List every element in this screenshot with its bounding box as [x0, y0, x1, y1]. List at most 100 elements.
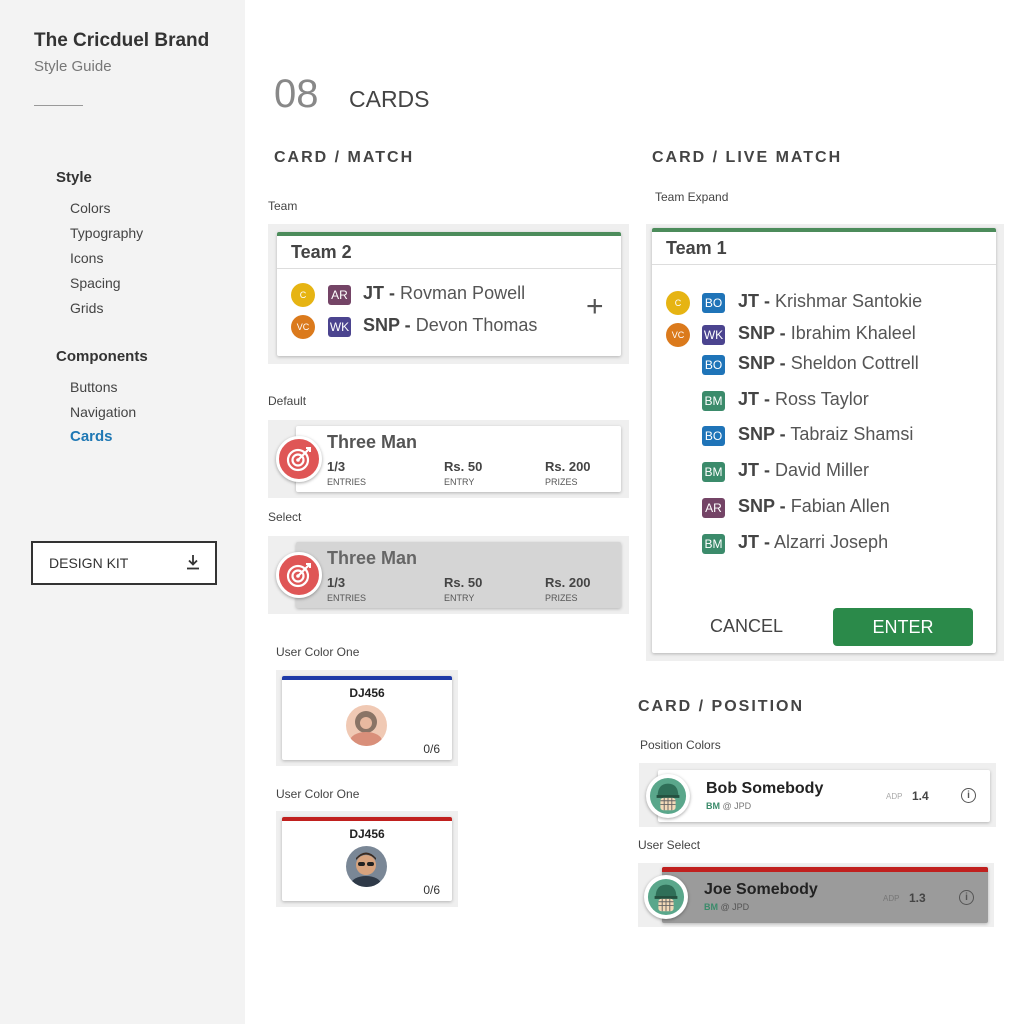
player-line: SNP - Devon Thomas — [363, 315, 537, 336]
caption-team: Team — [268, 199, 298, 213]
position-card[interactable]: Bob Somebody BM @ JPD ADP 1.4 i — [658, 770, 990, 822]
user-card-blue[interactable]: DJ456 0/6 — [282, 676, 452, 760]
role-badge: BM — [702, 462, 725, 482]
vice-captain-icon: VC — [291, 315, 315, 339]
brand-divider — [34, 105, 83, 106]
cancel-button[interactable]: CANCEL — [710, 616, 783, 637]
user-handle: DJ456 — [349, 686, 385, 700]
prizes-value: Rs. 200 — [545, 459, 591, 474]
entry-fee-value: Rs. 50 — [444, 459, 483, 474]
prizes-label: PRIZES — [545, 477, 578, 487]
player-team-prefix: JT - — [363, 283, 396, 303]
player-name: Alzarri Joseph — [774, 532, 889, 552]
user-color-bar — [282, 817, 452, 821]
caption-user-select: User Select — [638, 838, 701, 852]
team-card[interactable]: Team 2 C AR JT - Rovman Powell VC WK SNP… — [277, 232, 621, 356]
adp-label: ADP — [886, 792, 903, 801]
design-kit-label: DESIGN KIT — [49, 555, 129, 571]
contest-card[interactable]: Three Man 1/3 ENTRIES Rs. 50 ENTRY Rs. 2… — [296, 426, 621, 492]
role-badge: AR — [702, 498, 725, 518]
section-number: 08 — [274, 72, 319, 116]
nav-item-cards[interactable]: Cards — [70, 428, 113, 445]
position-card-frame: Bob Somebody BM @ JPD ADP 1.4 i — [639, 763, 996, 827]
role-badge: AR — [328, 285, 351, 305]
enter-button[interactable]: ENTER — [833, 608, 973, 646]
caption-user-color-1: User Color One — [276, 645, 360, 659]
user-card-frame-1: DJ456 0/6 — [276, 670, 458, 766]
adp-value: 1.3 — [909, 891, 926, 905]
add-player-button[interactable]: + — [586, 292, 604, 322]
player-line: JT - Ross Taylor — [738, 389, 869, 410]
prizes-label: PRIZES — [545, 593, 578, 603]
caption-select: Select — [268, 510, 302, 524]
team-label: @ JPD — [720, 902, 750, 912]
team-card-divider — [277, 268, 621, 269]
player-meta: BM @ JPD — [706, 801, 751, 811]
nav-item-spacing[interactable]: Spacing — [70, 275, 121, 291]
captain-icon: C — [291, 283, 315, 307]
live-team-card[interactable]: Team 1 C BO JT - Krishmar Santokie VC WK… — [652, 228, 996, 653]
user-handle: DJ456 — [349, 827, 385, 841]
role-badge: BM — [702, 391, 725, 411]
role-label: BM — [706, 801, 720, 811]
info-icon[interactable]: i — [959, 890, 974, 905]
team-card-divider — [652, 264, 996, 265]
player-line: SNP - Fabian Allen — [738, 496, 890, 517]
section-card-live-match: CARD / LIVE MATCH — [652, 149, 843, 166]
user-card-red[interactable]: DJ456 0/6 — [282, 817, 452, 901]
prizes-value: Rs. 200 — [545, 575, 591, 590]
player-name: David Miller — [775, 460, 870, 480]
nav-item-icons[interactable]: Icons — [70, 250, 103, 266]
nav-item-navigation[interactable]: Navigation — [70, 404, 136, 420]
entries-label: ENTRIES — [327, 477, 367, 487]
nav-item-buttons[interactable]: Buttons — [70, 379, 117, 395]
role-badge: WK — [702, 325, 725, 345]
avatar — [346, 705, 387, 746]
player-name: Ross Taylor — [775, 389, 869, 409]
caption-team-expand: Team Expand — [655, 190, 729, 204]
player-meta: BM @ JPD — [704, 902, 749, 912]
player-name: Tabraiz Shamsi — [790, 424, 914, 444]
brand-subtitle: Style Guide — [34, 58, 112, 75]
player-line: JT - David Miller — [738, 460, 869, 481]
position-card-selected-frame: Joe Somebody BM @ JPD ADP 1.3 i — [638, 863, 994, 927]
player-name: Devon Thomas — [415, 315, 538, 335]
download-icon — [185, 554, 201, 573]
entry-fee-label: ENTRY — [444, 477, 475, 487]
player-name: Joe Somebody — [704, 881, 818, 898]
captain-icon: C — [666, 291, 690, 315]
batsman-helmet-icon — [646, 774, 690, 818]
player-team-prefix: SNP - — [738, 353, 786, 373]
player-team-prefix: SNP - — [363, 315, 411, 335]
nav-item-typography[interactable]: Typography — [70, 225, 143, 241]
user-team-count: 0/6 — [423, 742, 440, 756]
player-name: Ibrahim Khaleel — [790, 323, 916, 343]
team-card-frame: Team 2 C AR JT - Rovman Powell VC WK SNP… — [268, 224, 629, 364]
user-color-bar — [662, 867, 988, 872]
entry-fee-label: ENTRY — [444, 593, 475, 603]
design-kit-button[interactable]: DESIGN KIT — [31, 541, 217, 585]
team-label: @ JPD — [722, 801, 752, 811]
nav-item-colors[interactable]: Colors — [70, 200, 110, 216]
team-card-accent — [277, 232, 621, 236]
role-badge: BO — [702, 355, 725, 375]
role-badge: BM — [702, 534, 725, 554]
player-line: SNP - Tabraiz Shamsi — [738, 424, 913, 445]
info-icon[interactable]: i — [961, 788, 976, 803]
entries-value: 1/3 — [327, 575, 346, 590]
contest-card-selected[interactable]: Three Man 1/3 ENTRIES Rs. 50 ENTRY Rs. 2… — [296, 542, 621, 608]
player-team-prefix: SNP - — [738, 323, 786, 343]
live-card-frame: Team 1 C BO JT - Krishmar Santokie VC WK… — [646, 224, 1004, 661]
player-team-prefix: JT - — [738, 532, 771, 552]
nav-item-grids[interactable]: Grids — [70, 300, 103, 316]
entry-fee-value: Rs. 50 — [444, 575, 483, 590]
user-team-count: 0/6 — [423, 883, 440, 897]
player-team-prefix: JT - — [738, 389, 771, 409]
team-name: Team 1 — [666, 238, 727, 258]
caption-user-color-2: User Color One — [276, 787, 360, 801]
batsman-helmet-icon — [644, 875, 688, 919]
contest-card-frame: Three Man 1/3 ENTRIES Rs. 50 ENTRY Rs. 2… — [268, 420, 629, 498]
vice-captain-icon: VC — [666, 323, 690, 347]
position-card-selected[interactable]: Joe Somebody BM @ JPD ADP 1.3 i — [662, 867, 988, 923]
team-name: Team 2 — [291, 242, 352, 262]
